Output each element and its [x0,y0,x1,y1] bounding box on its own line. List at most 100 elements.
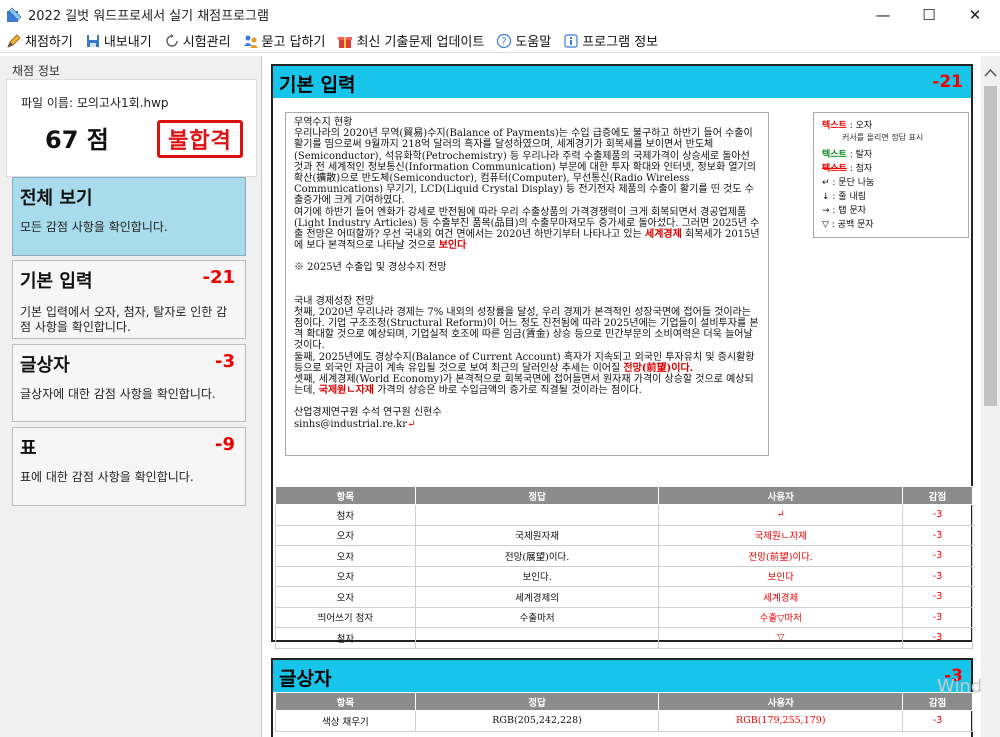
save-icon [86,34,99,47]
section-title: 글상자 [279,668,332,690]
enter-mark[interactable]: ↵ [407,419,415,430]
watermark: Window [937,676,981,697]
close-button[interactable]: ✕ [952,0,998,29]
scroll-up-icon[interactable] [981,64,1000,82]
doc-error-word[interactable]: 세계경제 [645,229,682,240]
table-row[interactable]: 오자 국제원자재 국제원ㄴ자재 -3 [275,524,973,546]
card-desc: 표에 대한 감점 사항을 확인합니다. [20,470,194,484]
table-cell [414,504,660,526]
minimize-button[interactable]: — [860,0,906,29]
table-cell: -3 [902,565,973,587]
column-header: 정답 [414,486,660,505]
table-cell: ↵ [658,504,904,526]
table-cell: RGB(205,242,228) [414,710,660,732]
file-name: 파일 이름: 모의고사1회.hwp [21,96,169,110]
doc-heading2: 국내 경제성장 전망 [294,295,374,307]
toolbar-grade-label: 채점하기 [25,35,73,50]
table-cell: 국제원ㄴ자재 [658,524,904,546]
gift-icon [338,36,353,48]
scroll-thumb[interactable] [984,86,997,406]
section-score: -21 [932,72,963,92]
table-row[interactable]: 색상 채우기 RGB(205,242,228) RGB(179,255,179) -3 [275,710,973,732]
legend-row: 텍스트 : 오자 [822,119,960,133]
basic-input-table: 항목 정답 사용자 감점 첨자 ↵ -3 오자 국제원자재 국제원ㄴ자재 -3 오자 전망(展望)이다… [275,486,973,649]
doc-error-word[interactable]: 보인다 [439,240,467,251]
table-row[interactable]: 오자 보인다. 보인다 -3 [275,565,973,587]
column-header: 감점 [902,486,973,505]
toolbar-qna-button[interactable]: 묻고 답하기 [243,31,326,50]
toolbar-help-button[interactable]: ? 도움말 [496,31,551,50]
toolbar-export-button[interactable]: 내보내기 [85,31,152,50]
card-overview[interactable]: 전체 보기 모든 감점 사항을 확인합니다. [12,177,246,256]
table-cell: -3 [902,627,973,649]
table-cell: 국제원자재 [414,524,660,546]
card-title: 기본 입력 [20,271,93,292]
window-title: 2022 길벗 워드프로세서 실기 채점프로그램 [28,9,269,24]
legend-key: ↵ [822,178,830,188]
card-textbox[interactable]: 글상자 -3 글상자에 대한 감점 사항을 확인합니다. [12,344,246,422]
main-panel[interactable]: 기본 입력 -21 무역수지 현황 우리나라의 2020년 무역(貿易)수지(B… [263,56,981,737]
total-score: 67 점 [45,126,109,154]
toolbar: 채점하기 내보내기 시험관리 묻고 답하기 최신 기출문제 업데이트 ? 도움말… [0,29,1000,53]
card-basic-input[interactable]: 기본 입력 -21 기본 입력에서 오자, 첨자, 탈자로 인한 감점 사항을 … [12,260,246,339]
table-cell: -3 [902,545,973,567]
doc-para5-b: 가격의 상승은 바로 수입금액의 증가로 직결될 것이라는 점이다. [377,385,642,397]
doc-error-word[interactable]: 국제원ㄴ자재 [319,385,374,396]
table-cell: 오자 [275,586,416,608]
fail-stamp: 불합격 [157,120,243,158]
doc-error-word[interactable]: 전망(前望)이다. [623,363,693,374]
legend-row: 텍스트 : 첨자 [822,162,960,176]
legend-row: 텍스트 : 탈자 [822,148,960,162]
card-desc: 글상자에 대한 감점 사항을 확인합니다. [20,387,216,401]
table-row[interactable]: 첨자 ↵ -3 [275,504,973,526]
section-title: 기본 입력 [279,74,356,96]
svg-text:?: ? [502,36,507,47]
doc-para1: 우리나라의 2020년 무역(貿易)수지(Balance of Payments… [294,128,756,207]
doc-para4: 둘째, 2025년에도 경상수지(Balance of Current Acco… [294,352,760,374]
table-cell: 오자 [275,565,416,587]
toolbar-qna-label: 묻고 답하기 [261,35,326,50]
maximize-button[interactable]: ☐ [906,0,952,29]
sidebar: 채점 정보 파일 이름: 모의고사1회.hwp 67 점 불합격 전체 보기 모… [0,56,262,737]
legend-key: 텍스트 [822,121,847,131]
column-header: 사용자 [658,486,904,505]
legend-value: : 첨자 [846,164,873,174]
table-cell [414,627,660,649]
doc-email-text: sinhs@industrial.re.kr [294,418,408,430]
table-cell: 보인다 [658,565,904,587]
table-row[interactable]: 띄어쓰기 첨자 수출마저 수출▽마저 -3 [275,606,973,628]
table-cell: 오자 [275,524,416,546]
toolbar-exam-label: 시험관리 [182,35,231,50]
legend-key: 텍스트 [822,150,847,160]
table-header-row: 항목 정답 사용자 감점 [275,692,973,711]
table-cell: -3 [902,504,973,526]
legend-row: 커서를 올리면 정답 표시 [822,133,960,143]
toolbar-update-label: 최신 기출문제 업데이트 [356,35,485,50]
textbox-table: 항목 정답 사용자 감점 색상 채우기 RGB(205,242,228) RGB(179,… [275,692,973,732]
table-cell: RGB(179,255,179) [658,710,904,732]
table-row[interactable]: 첨자 ▽ -3 [275,627,973,649]
section-textbox: 글상자 -3 항목 정답 사용자 감점 색상 채우기 RGB(205,242,228) R… [271,658,973,737]
toolbar-about-button[interactable]: 프로그램 정보 [563,31,658,50]
section-basic-input: 기본 입력 -21 무역수지 현황 우리나라의 2020년 무역(貿易)수지(B… [271,64,973,649]
pencil-icon [7,33,21,48]
legend-key: 텍스트 [822,164,847,174]
table-row[interactable]: 오자 세계경제의 세계경제 -3 [275,586,973,608]
card-score: -9 [215,434,235,455]
grading-info-box: 파일 이름: 모의고사1회.hwp 67 점 불합격 [6,79,257,177]
legend-value: : 탭 문자 [829,206,867,216]
card-title: 표 [20,438,37,459]
doc-note: ※ 2025년 수출입 및 경상수지 전망 [294,262,447,274]
card-table[interactable]: 표 -9 표에 대한 감점 사항을 확인합니다. [12,427,246,506]
toolbar-update-button[interactable]: 최신 기출문제 업데이트 [337,31,484,50]
legend-row: → : 탭 문자 [822,204,960,218]
toolbar-exam-button[interactable]: 시험관리 [164,31,231,50]
table-cell: -3 [902,710,973,732]
table-row[interactable]: 오자 전망(展望)이다. 전망(前望)이다. -3 [275,545,973,567]
vertical-scrollbar[interactable] [981,56,1000,737]
table-cell: 수출마저 [414,606,660,628]
legend-box: 텍스트 : 오자 커서를 올리면 정답 표시 텍스트 : 탈자 텍스트 : 첨자 ↵ … [813,112,969,238]
card-score: -21 [202,267,235,288]
toolbar-grade-button[interactable]: 채점하기 [6,31,73,50]
card-score: -3 [215,351,235,372]
